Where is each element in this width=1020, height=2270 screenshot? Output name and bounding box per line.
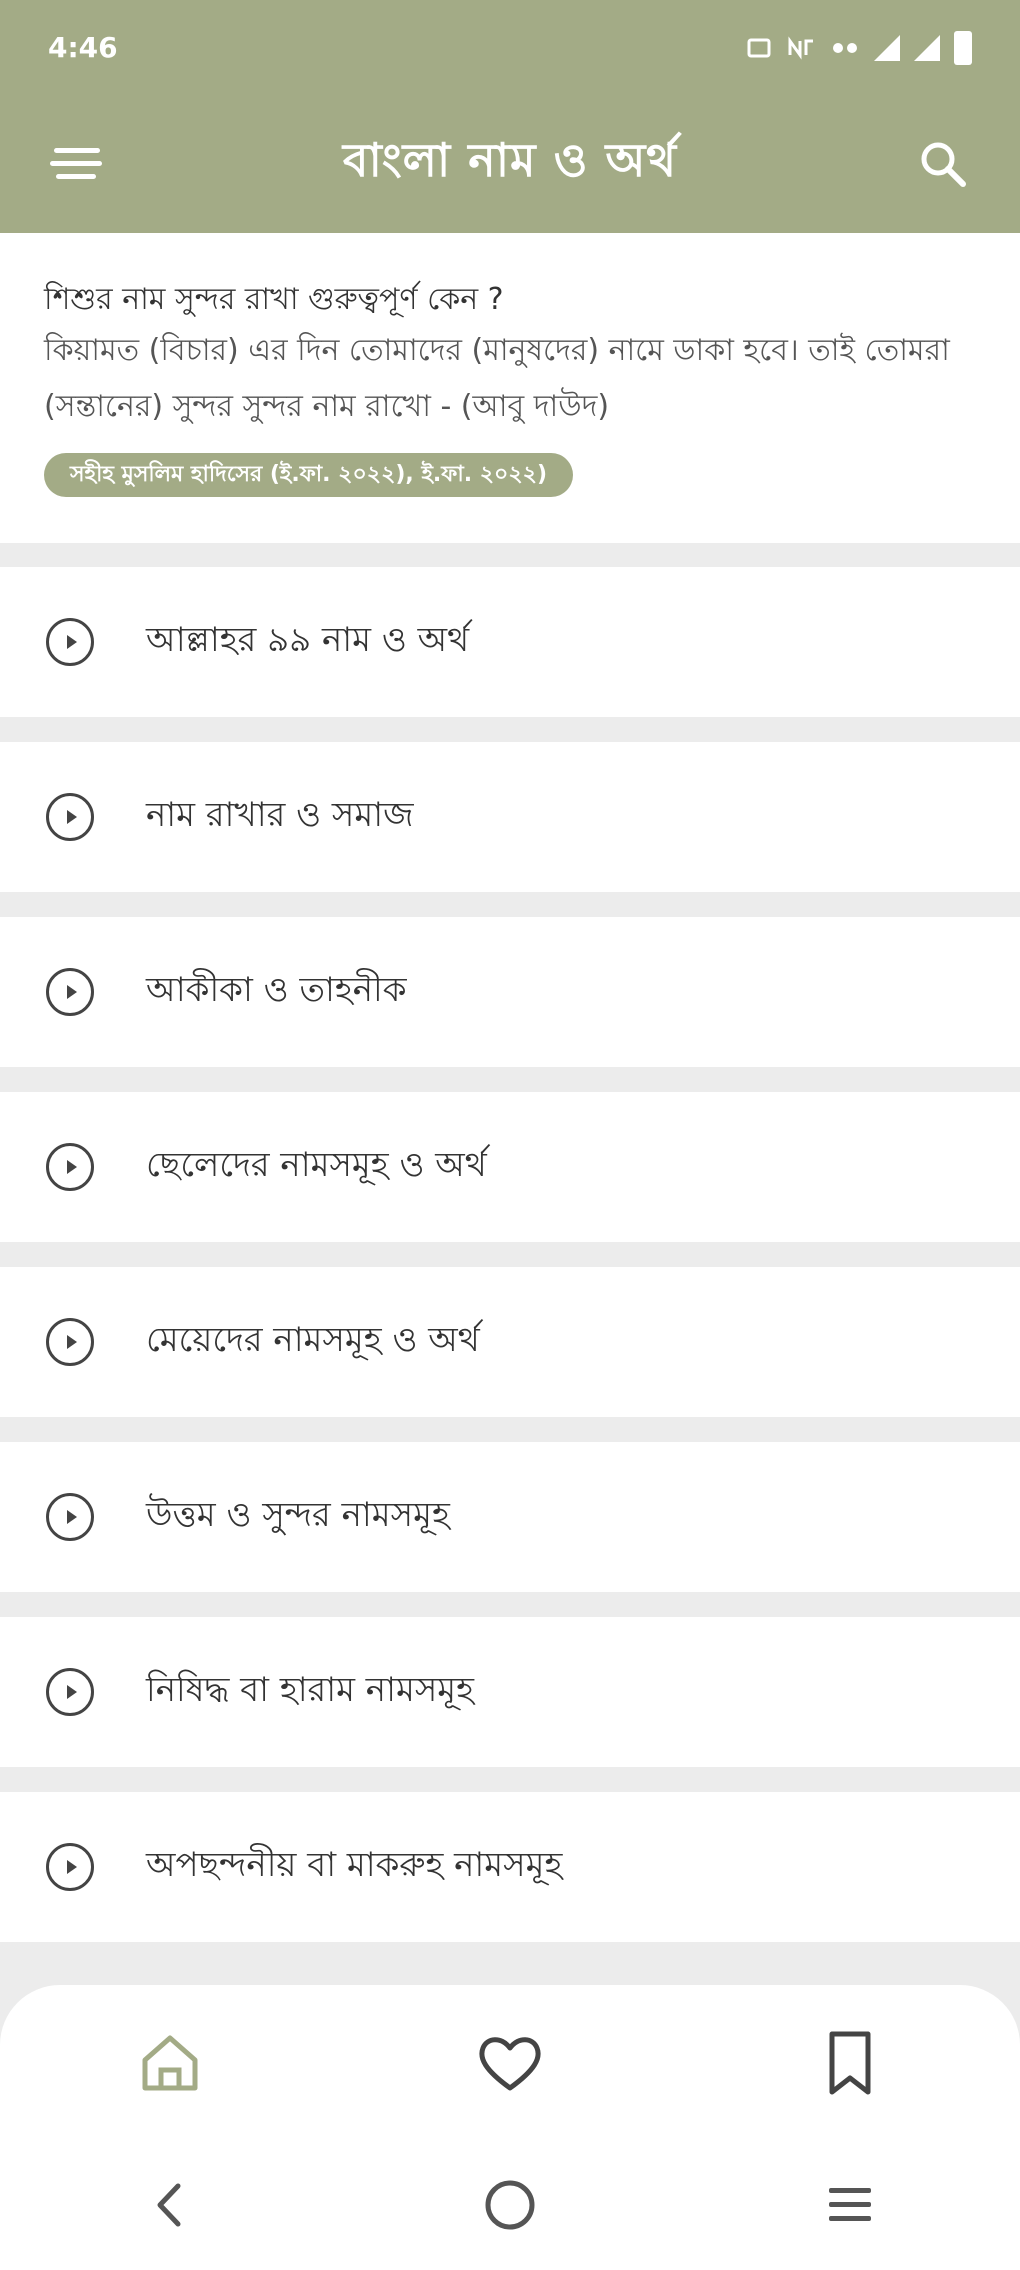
source-badge: সহীহ মুসলিম হাদিসের (ই.ফা. ২০২২), ই.ফা. …: [44, 453, 574, 497]
play-circle-icon: [46, 1668, 94, 1716]
battery-icon: [954, 30, 972, 65]
play-circle-icon: [46, 618, 94, 666]
play-circle-icon: [46, 793, 94, 841]
list-item[interactable]: নিষিদ্ধ বা হারাম নামসমূহ: [0, 1617, 1020, 1767]
nav-favorites-button[interactable]: [475, 2028, 545, 2098]
menu-icon: [50, 148, 102, 179]
system-back-button[interactable]: [135, 2170, 205, 2240]
list-item[interactable]: নাম রাখার ও সমাজ: [0, 742, 1020, 892]
list-item-label: আকীকা ও তাহনীক: [146, 969, 407, 1010]
search-button[interactable]: [908, 129, 978, 199]
list-item[interactable]: অপছন্দনীয় বা মাকরুহ নামসমূহ: [0, 1792, 1020, 1942]
system-home-button[interactable]: [475, 2170, 545, 2240]
play-circle-icon: [46, 1843, 94, 1891]
status-icons: [746, 30, 972, 65]
bottom-nav: [0, 1985, 1020, 2140]
info-question: শিশুর নাম সুন্দর রাখা গুরুত্বপূর্ণ কেন ?: [44, 282, 504, 317]
play-circle-icon: [46, 1318, 94, 1366]
list-item[interactable]: ছেলেদের নামসমূহ ও অর্থ: [0, 1092, 1020, 1242]
app-bar: বাংলা নাম ও অর্থ: [0, 95, 1020, 233]
back-icon: [157, 2183, 181, 2227]
list-item-label: নিষিদ্ধ বা হারাম নামসমূহ: [146, 1669, 475, 1710]
list-item[interactable]: আকীকা ও তাহনীক: [0, 917, 1020, 1067]
search-icon: [921, 142, 966, 187]
signal-icon: [914, 34, 940, 61]
home-circle-icon: [485, 2180, 535, 2230]
play-circle-icon: [46, 1493, 94, 1541]
home-icon: [142, 2035, 198, 2090]
page-title: বাংলা নাম ও অর্থ: [342, 133, 678, 187]
list-item-label: নাম রাখার ও সমাজ: [146, 794, 414, 835]
info-card: শিশুর নাম সুন্দর রাখা গুরুত্বপূর্ণ কেন ?…: [0, 233, 1020, 543]
info-answer: কিয়ামত (বিচার) এর দিন তোমাদের (মানুষদের…: [44, 333, 950, 424]
list-item[interactable]: উত্তম ও সুন্দর নামসমূহ: [0, 1442, 1020, 1592]
network-icon: [833, 42, 857, 53]
list-item[interactable]: মেয়েদের নামসমূহ ও অর্থ: [0, 1267, 1020, 1417]
status-time: 4:46: [48, 31, 118, 64]
list-item-label: মেয়েদের নামসমূহ ও অর্থ: [146, 1319, 480, 1360]
recents-icon: [829, 2188, 871, 2221]
list-item-label: ছেলেদের নামসমূহ ও অর্থ: [146, 1144, 487, 1185]
list-item-label: অপছন্দনীয় বা মাকরুহ নামসমূহ: [146, 1844, 563, 1885]
menu-button[interactable]: [42, 129, 112, 199]
nav-bookmark-button[interactable]: [815, 2028, 885, 2098]
topic-list: আল্লাহর ৯৯ নাম ও অর্থ নাম রাখার ও সমাজ আ…: [0, 567, 1020, 1967]
nav-home-button[interactable]: [135, 2028, 205, 2098]
bookmark-icon: [829, 2031, 871, 2094]
play-circle-icon: [46, 968, 94, 1016]
cast-icon: [747, 38, 771, 57]
system-recents-button[interactable]: [815, 2170, 885, 2240]
list-item-label: আল্লাহর ৯৯ নাম ও অর্থ: [146, 619, 470, 660]
play-circle-icon: [46, 1143, 94, 1191]
list-item[interactable]: আল্লাহর ৯৯ নাম ও অর্থ: [0, 567, 1020, 717]
status-bar: 4:46: [0, 0, 1020, 95]
list-item-label: উত্তম ও সুন্দর নামসমূহ: [146, 1494, 450, 1535]
heart-icon: [479, 2036, 541, 2090]
signal-icon: [874, 34, 900, 61]
data-icon: [788, 35, 813, 60]
system-nav: [0, 2140, 1020, 2270]
